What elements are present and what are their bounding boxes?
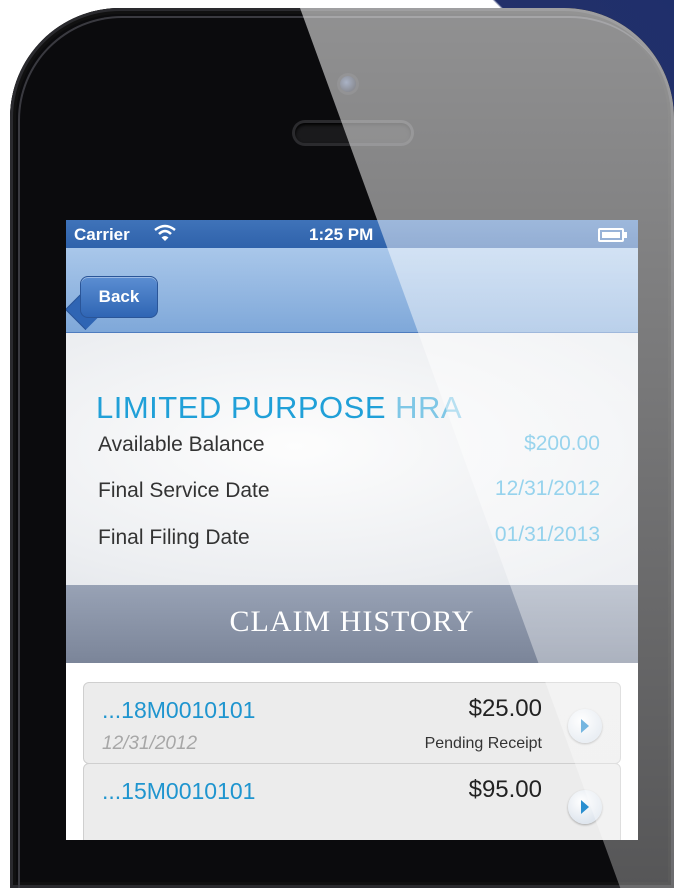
available-balance-value: $200.00 xyxy=(524,432,600,455)
claim-id: ...15M0010101 xyxy=(102,778,256,804)
claim-row[interactable]: ...18M0010101 12/31/2012 $25.00 Pending … xyxy=(83,682,621,764)
back-button-label: Back xyxy=(98,287,140,306)
claim-date: 12/31/2012 xyxy=(102,733,198,754)
back-button[interactable]: Back xyxy=(80,276,158,318)
camera-icon xyxy=(340,76,356,92)
claim-history-title: CLAIM HISTORY xyxy=(229,605,475,638)
claim-status: Pending Receipt xyxy=(424,735,542,752)
final-filing-date-value: 01/31/2013 xyxy=(494,523,600,546)
chevron-right-icon[interactable] xyxy=(568,709,602,743)
account-title-suffix: HRA xyxy=(395,390,463,425)
final-service-date-value: 12/31/2012 xyxy=(494,477,600,500)
account-title: LIMITED PURPOSE HRA xyxy=(96,390,462,426)
status-bar: Carrier 1:25 PM xyxy=(66,220,638,248)
claim-history-header: CLAIM HISTORY xyxy=(66,585,638,663)
final-filing-date-label: Final Filing Date xyxy=(98,526,250,549)
final-service-date-label: Final Service Date xyxy=(98,479,270,502)
battery-icon xyxy=(598,228,627,242)
status-time: 1:25 PM xyxy=(309,225,374,244)
navigation-bar: Back xyxy=(66,248,638,333)
account-summary: LIMITED PURPOSE HRA Available Balance $2… xyxy=(66,333,638,585)
wifi-icon xyxy=(154,224,176,241)
claim-row[interactable]: ...15M0010101 $95.00 xyxy=(83,763,621,840)
speaker-grille xyxy=(295,123,411,143)
available-balance-label: Available Balance xyxy=(98,433,265,456)
claim-amount: $95.00 xyxy=(468,776,542,803)
account-title-main: LIMITED PURPOSE xyxy=(96,390,386,425)
claim-list: ...18M0010101 12/31/2012 $25.00 Pending … xyxy=(66,663,638,840)
chevron-right-icon[interactable] xyxy=(568,790,602,824)
app-screen: Carrier 1:25 PM Back LIMITED PURPOSE HRA… xyxy=(66,220,638,840)
carrier-label: Carrier xyxy=(74,225,130,244)
phone-frame: Carrier 1:25 PM Back LIMITED PURPOSE HRA… xyxy=(10,8,674,888)
claim-id: ...18M0010101 xyxy=(102,697,256,723)
claim-amount: $25.00 xyxy=(468,695,542,722)
